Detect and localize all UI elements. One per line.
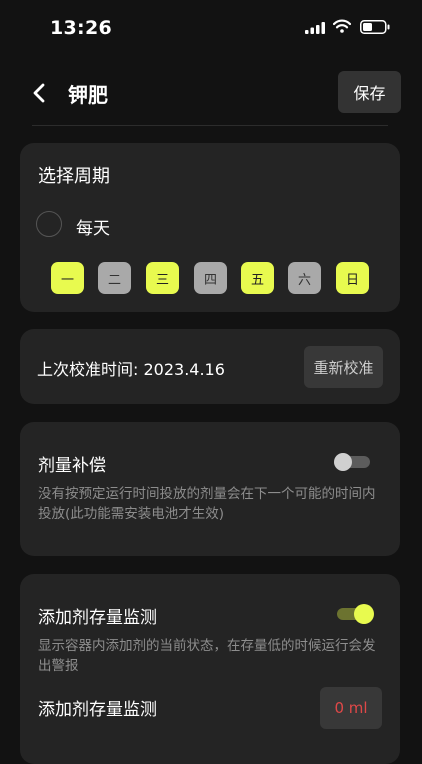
day-thu[interactable]: 四 <box>194 262 227 294</box>
navigation-bar: 钾肥 保存 <box>0 70 422 116</box>
period-title: 选择周期 <box>38 166 110 187</box>
dose-compensation-card: 剂量补偿 没有按预定运行时间投放的剂量会在下一个可能的时间内投放(此功能需安装电… <box>20 422 400 556</box>
monitor-title: 添加剂存量监测 <box>38 608 157 628</box>
monitor-amount-label: 添加剂存量监测 <box>38 700 157 720</box>
compensation-title: 剂量补偿 <box>38 456 106 476</box>
weekday-selector: 一 二 三 四 五 六 日 <box>51 262 371 294</box>
monitor-toggle[interactable] <box>337 604 374 624</box>
cellular-signal-icon <box>305 22 325 34</box>
save-button[interactable]: 保存 <box>338 71 401 113</box>
stock-monitor-card: 添加剂存量监测 显示容器内添加剂的当前状态，在存量低的时候运行会发出警报 添加剂… <box>20 574 400 764</box>
page-title: 钾肥 <box>68 83 108 107</box>
stock-amount-input[interactable]: 0 ml <box>320 687 382 729</box>
period-card: 选择周期 每天 一 二 三 四 五 六 日 <box>20 143 400 312</box>
toggle-knob <box>354 604 374 624</box>
compensation-description: 没有按预定运行时间投放的剂量会在下一个可能的时间内投放(此功能需安装电池才生效) <box>38 486 376 522</box>
day-sat[interactable]: 六 <box>288 262 321 294</box>
status-bar: 13:26 <box>0 0 422 56</box>
calibration-card: 上次校准时间: 2023.4.16 重新校准 <box>20 329 400 404</box>
toggle-knob <box>334 453 352 471</box>
battery-icon <box>360 20 390 34</box>
daily-label: 每天 <box>76 219 110 239</box>
day-tue[interactable]: 二 <box>98 262 131 294</box>
day-wed[interactable]: 三 <box>146 262 179 294</box>
wifi-icon <box>333 19 351 33</box>
monitor-description: 显示容器内添加剂的当前状态，在存量低的时候运行会发出警报 <box>38 638 376 674</box>
header-divider <box>32 125 388 126</box>
last-calibration-text: 上次校准时间: 2023.4.16 <box>37 360 225 379</box>
day-sun[interactable]: 日 <box>336 262 369 294</box>
recalibrate-button[interactable]: 重新校准 <box>304 346 383 388</box>
compensation-toggle[interactable] <box>334 453 370 471</box>
day-fri[interactable]: 五 <box>241 262 274 294</box>
back-arrow-icon[interactable] <box>28 80 52 106</box>
day-mon[interactable]: 一 <box>51 262 84 294</box>
daily-radio[interactable] <box>36 211 62 237</box>
status-time: 13:26 <box>50 17 112 39</box>
